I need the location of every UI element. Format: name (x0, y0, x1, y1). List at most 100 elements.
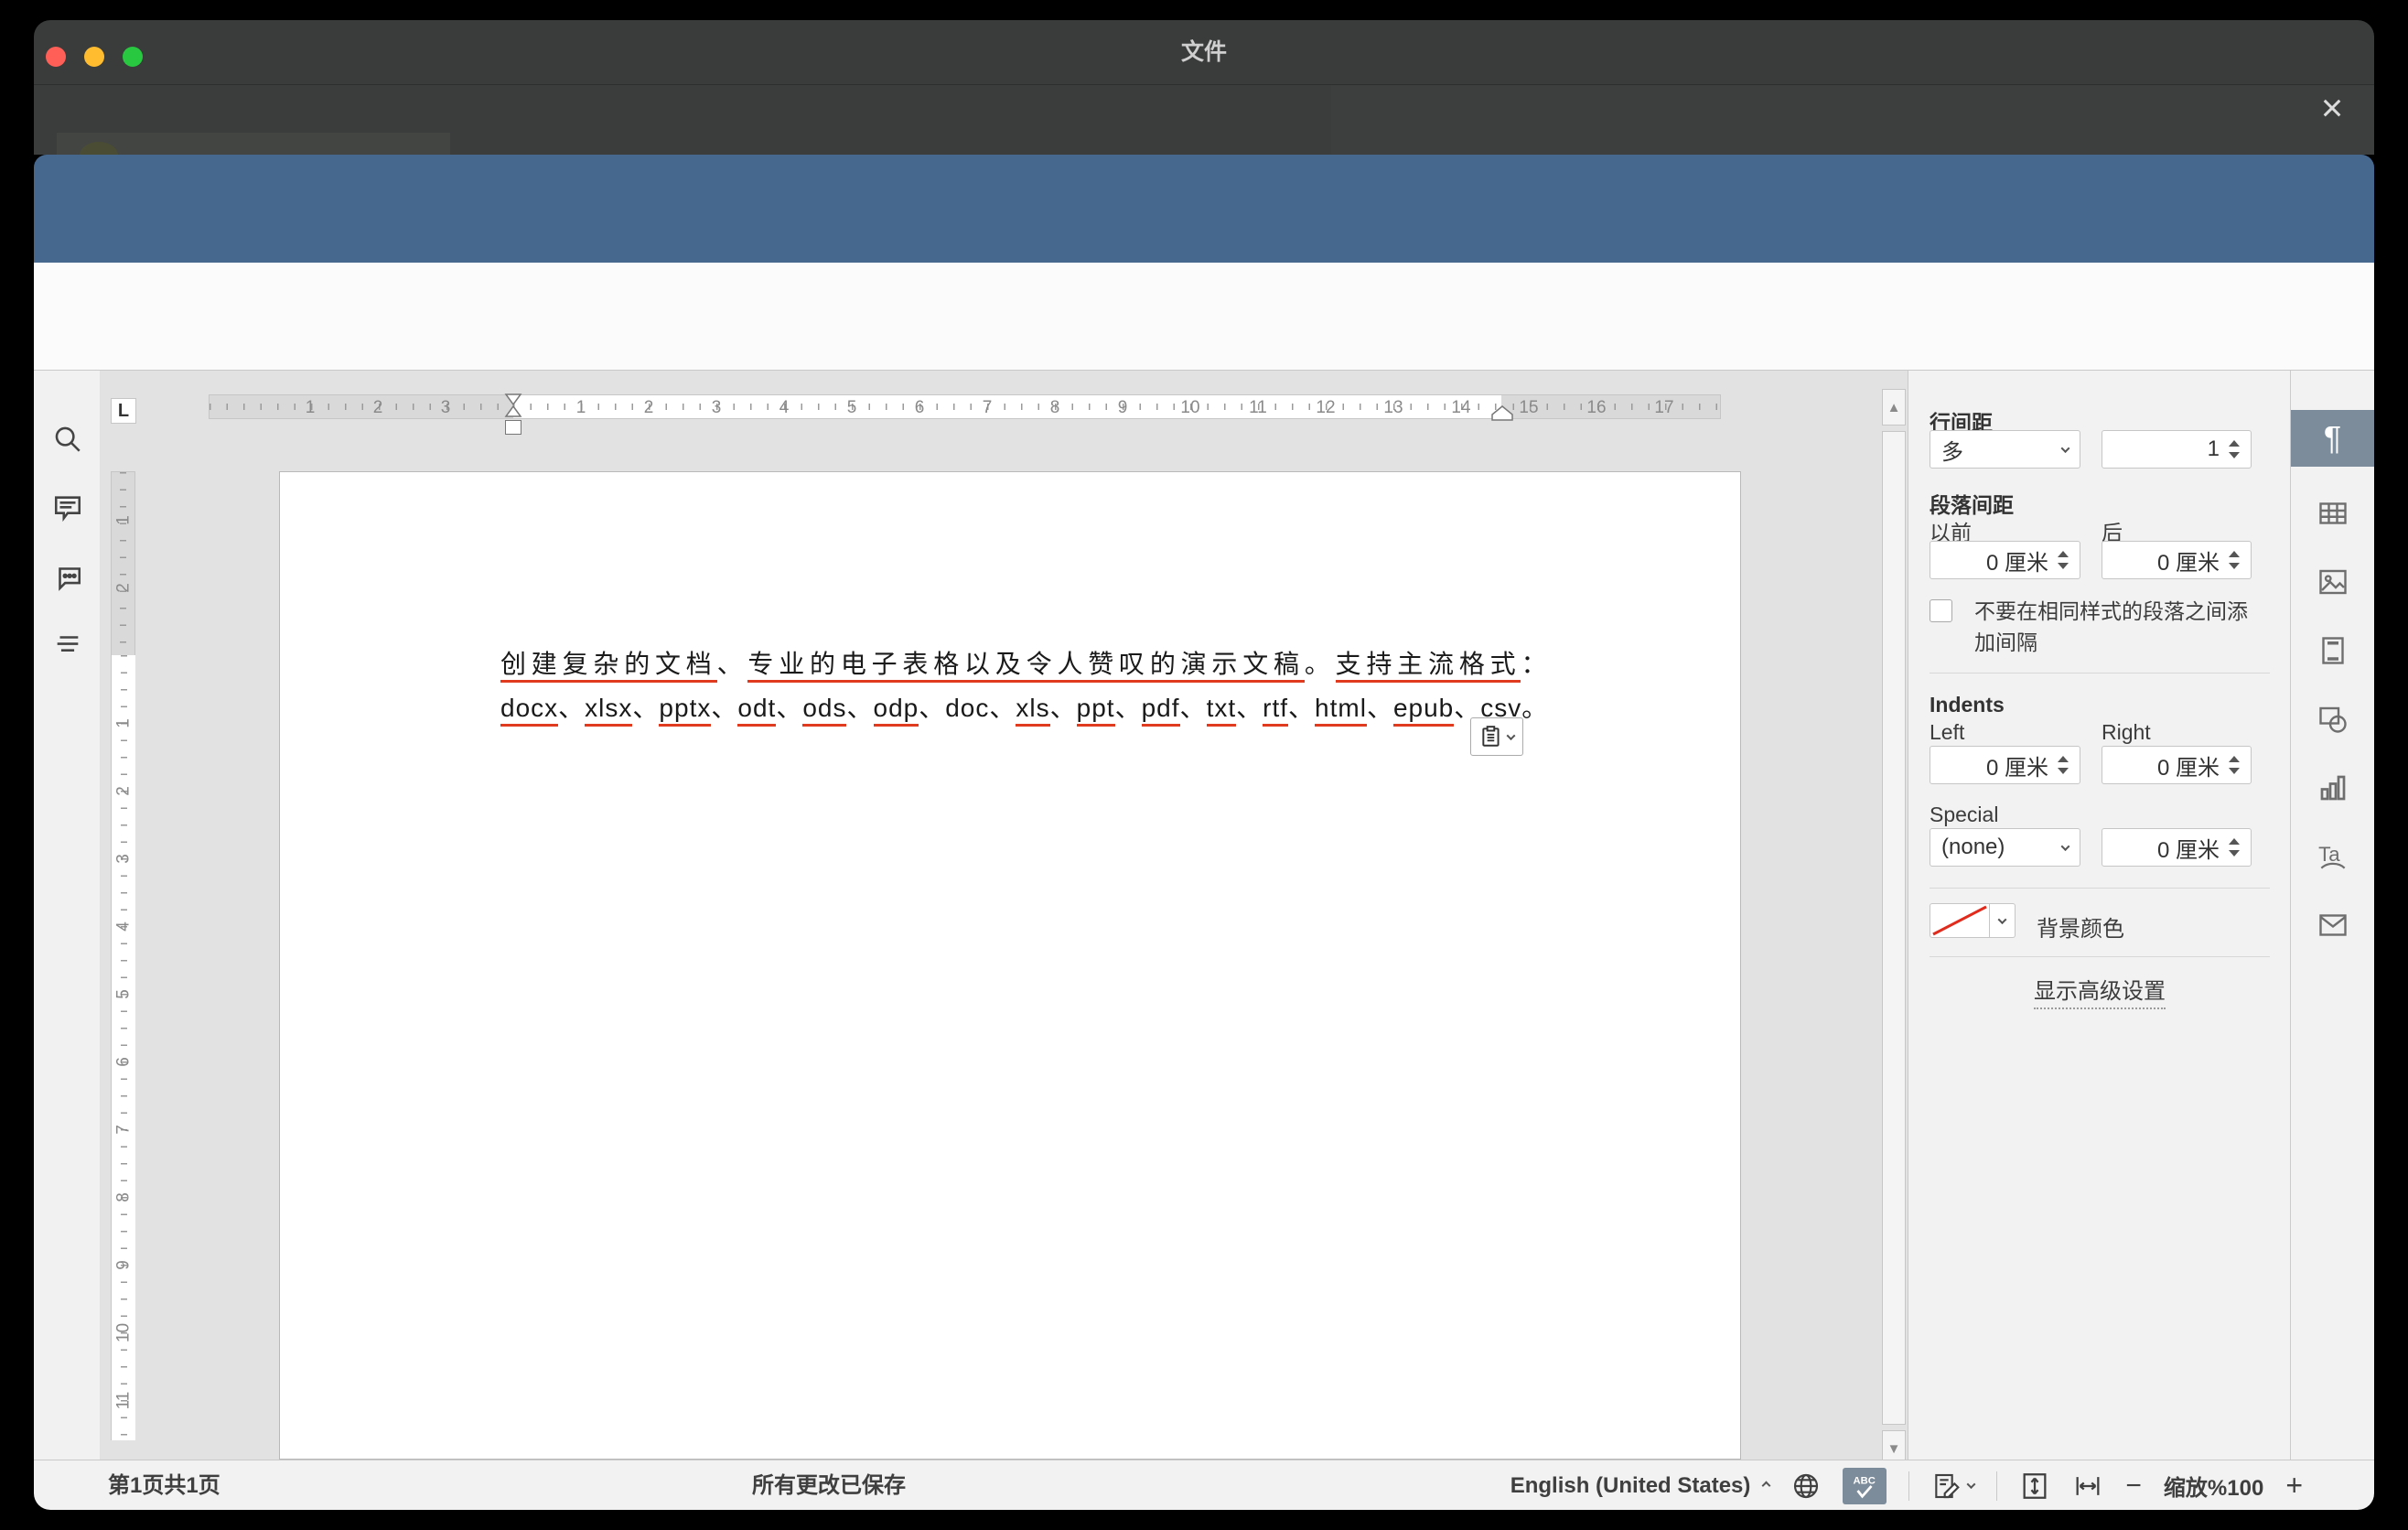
zoom-in-button[interactable]: + (2285, 1469, 2303, 1503)
line-spacing-amount[interactable]: 1 (2102, 430, 2252, 469)
paste-options-button[interactable] (1470, 717, 1523, 756)
table-settings-tab[interactable] (2291, 485, 2374, 542)
misspelled-word: txt (1207, 694, 1237, 727)
tab-selector[interactable]: L (111, 398, 136, 424)
ruler-number: 5 (113, 984, 135, 1006)
spacing-after-input[interactable]: 0 厘米 (2102, 541, 2252, 579)
spinner-arrows[interactable] (2058, 756, 2069, 774)
background-color-arrow[interactable] (1990, 903, 2016, 938)
paragraph-settings-panel: 行间距 多 1 段落间距 以前 后 0 厘米 0 厘米 不要在相同样式的段落之间… (1908, 371, 2290, 1460)
misspelled-word: 创建复杂的文档 (500, 650, 717, 683)
mailmerge-settings-tab[interactable] (2291, 897, 2374, 954)
spinner-arrows[interactable] (2229, 440, 2240, 458)
spinner-arrows[interactable] (2229, 551, 2240, 569)
ruler-number: 6 (113, 1051, 135, 1073)
fit-page-button[interactable] (2019, 1471, 2050, 1502)
background-color-swatch[interactable] (1930, 903, 1990, 938)
special-select[interactable]: (none) (1930, 828, 2080, 867)
set-language-button[interactable] (1791, 1471, 1821, 1501)
ruler-number: 9 (113, 1255, 135, 1277)
zoom-level[interactable]: 缩放%100 (2164, 1470, 2263, 1502)
close-editor-button[interactable]: × (2310, 88, 2354, 132)
background-color-label: 背景颜色 (2037, 910, 2124, 943)
text-segment: 。 (1521, 694, 1548, 724)
text-segment: 、 (1367, 694, 1393, 724)
text-segment: 、 (711, 694, 737, 724)
ruler-number: 2 (367, 396, 389, 419)
scroll-up-button[interactable]: ▲ (1882, 389, 1906, 426)
ruler-number: 5 (841, 396, 863, 419)
paragraph[interactable]: 创建复杂的文档、专业的电子表格以及令人赞叹的演示文稿。支持主流格式： docx、… (500, 644, 1530, 725)
svg-text:ABC: ABC (1854, 1475, 1876, 1486)
ruler-number: 16 (1586, 396, 1607, 419)
ruler-number: 2 (638, 396, 660, 419)
spinner-arrows[interactable] (2229, 838, 2240, 857)
no-space-between-label: 不要在相同样式的段落之间添加间隔 (1974, 596, 2258, 658)
text-segment: 、 (632, 694, 659, 724)
ruler-number: 1 (570, 396, 592, 419)
spacing-after-value: 0 厘米 (2157, 544, 2220, 576)
ruler-number: 4 (113, 916, 135, 938)
left-indent-marker[interactable] (505, 420, 521, 435)
misspelled-word: pdf (1142, 694, 1180, 727)
ruler-number: 2 (113, 781, 135, 803)
special-amount-value: 0 厘米 (2157, 832, 2220, 864)
paragraph-settings-tab[interactable]: ¶ (2291, 410, 2374, 467)
text-segment: ： (1521, 650, 1552, 680)
headerfooter-settings-tab[interactable] (2291, 622, 2374, 679)
save-status: 所有更改已保存 (646, 1460, 1012, 1511)
overlay-backdrop (34, 85, 2374, 155)
chevron-down-icon (1507, 731, 1516, 740)
dimmed-background-column (1331, 85, 2374, 155)
ruler-number: 3 (705, 396, 727, 419)
text-segment: 、 (1115, 694, 1142, 724)
horizontal-ruler[interactable]: 1234567891011121314151617321 (209, 394, 1721, 419)
comments-button[interactable] (49, 490, 86, 526)
indent-left-label: Left (1930, 720, 1964, 745)
language-selector[interactable]: English (United States) (1510, 1473, 1751, 1499)
line-spacing-select[interactable]: 多 (1930, 430, 2080, 469)
chart-settings-tab[interactable] (2291, 760, 2374, 816)
indent-left-input[interactable]: 0 厘米 (1930, 746, 2080, 784)
search-button[interactable] (49, 421, 86, 458)
spinner-arrows[interactable] (2058, 551, 2069, 569)
fit-width-button[interactable] (2072, 1471, 2103, 1502)
page-number-indicator[interactable]: 第1页共1页 (108, 1460, 220, 1511)
image-settings-tab[interactable] (2291, 554, 2374, 610)
track-changes-button[interactable] (1931, 1471, 1974, 1501)
textart-settings-tab[interactable]: Ta (2291, 828, 2374, 885)
misspelled-word: odp (874, 694, 919, 727)
vertical-ruler[interactable]: 123456789101121 (111, 471, 135, 1439)
special-amount-input[interactable]: 0 厘米 (2102, 828, 2252, 867)
ruler-number: 2 (113, 577, 135, 599)
chat-icon (52, 561, 83, 592)
ruler-number: 7 (976, 396, 998, 419)
first-line-indent-marker[interactable] (502, 393, 524, 421)
special-value: (none) (1941, 835, 2005, 860)
document-page[interactable]: 创建复杂的文档、专业的电子表格以及令人赞叹的演示文稿。支持主流格式： docx、… (279, 471, 1741, 1460)
special-label: Special (1930, 803, 1998, 827)
right-indent-marker[interactable] (1490, 405, 1514, 422)
shape-settings-tab[interactable] (2291, 691, 2374, 748)
ruler-number: 3 (435, 396, 457, 419)
misspelled-word: 专业的电子表格以及令人赞叹的演示文稿 (747, 650, 1304, 683)
spacing-before-input[interactable]: 0 厘米 (1930, 541, 2080, 579)
spellcheck-button[interactable]: ABC (1843, 1468, 1887, 1504)
text-segment: 、 (776, 694, 802, 724)
scrollbar-thumb[interactable] (1882, 431, 1906, 1425)
spacing-before-value: 0 厘米 (1986, 544, 2048, 576)
paragraph-line-1: 创建复杂的文档、专业的电子表格以及令人赞叹的演示文稿。支持主流格式： (500, 644, 1530, 681)
navigation-button[interactable] (49, 627, 86, 663)
spinner-arrows[interactable] (2229, 756, 2240, 774)
chat-button[interactable] (49, 558, 86, 595)
indent-right-input[interactable]: 0 厘米 (2102, 746, 2252, 784)
paragraph-icon: ¶ (2324, 419, 2341, 458)
ruler-number: 10 (1179, 396, 1201, 419)
no-space-between-checkbox[interactable] (1930, 599, 1952, 622)
image-icon (2317, 566, 2349, 598)
advanced-settings-link[interactable]: 显示高级设置 (1908, 973, 2291, 1005)
zoom-out-button[interactable]: − (2125, 1471, 2142, 1502)
misspelled-word: html (1315, 694, 1367, 727)
text-segment: 、 (558, 694, 585, 724)
indents-label: Indents (1930, 693, 2005, 717)
